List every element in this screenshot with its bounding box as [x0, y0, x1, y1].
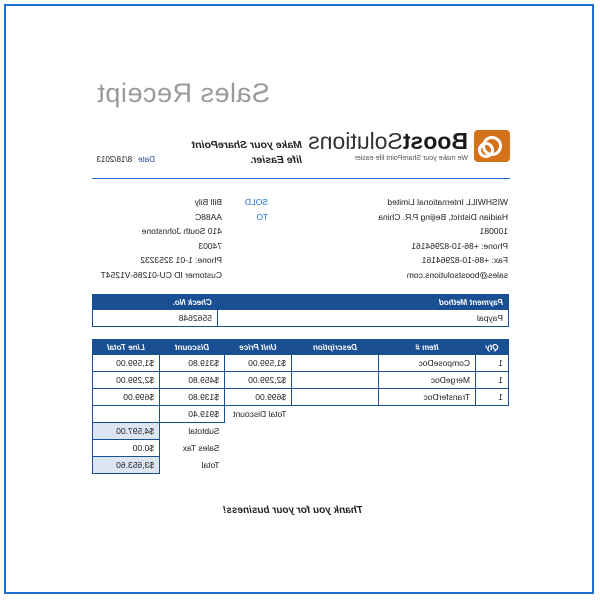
- total-row: Total $3,653.60: [92, 456, 509, 474]
- company-line: Fax: +86-10-82964161: [421, 255, 508, 265]
- receipt-sheet: Sales Receipt BoostSolutions We make you…: [0, 0, 600, 600]
- total-discount-label: Total Discount: [233, 409, 287, 420]
- slogan-line: life Easier.: [250, 154, 302, 166]
- company-address: WISHWILL International Limited Haidian D…: [378, 195, 508, 282]
- description-cell: [291, 354, 379, 372]
- total-value: $3,653.60: [92, 456, 160, 474]
- unit-price-header: Unit Price: [224, 339, 292, 355]
- description-header: Description: [291, 339, 379, 355]
- payment-table: Payment Method Check No. Paypal 5562648: [92, 294, 509, 327]
- item-cell: TransferDoc: [378, 388, 476, 406]
- customer-line: Phone: 1-01 3253232: [140, 255, 222, 265]
- subtotal-label: Subtotal: [188, 426, 220, 437]
- qty-cell: 1: [475, 388, 509, 406]
- discount-cell: $319.80: [159, 354, 225, 372]
- customer-address: Bill Bily AA88C 410 South Johnstone 7400…: [101, 195, 222, 282]
- qty-cell: 1: [475, 354, 509, 372]
- customer-line: Bill Bily: [194, 197, 222, 207]
- date-label: Date: [138, 155, 155, 164]
- unit-price-cell: $2,299.00: [224, 371, 292, 389]
- company-line: Haidian District, Beijing P.R. China: [378, 211, 508, 222]
- logo-tagline: We make your SharePoint life easier: [354, 155, 468, 162]
- to-label: TO: [256, 211, 268, 222]
- sales-tax-value: $0.00: [92, 439, 160, 457]
- receipt-date: Date 8/18/2013: [97, 155, 156, 164]
- sold-to-label: SOLD TO: [245, 195, 268, 224]
- payment-header-row: Payment Method Check No.: [92, 294, 509, 310]
- payment-method-cell: Paypal: [217, 309, 509, 327]
- customer-line: 410 South Johnstone: [141, 226, 222, 236]
- items-table: Qty Item # Description Unit Price Discou…: [92, 339, 509, 474]
- description-cell: [291, 388, 379, 406]
- logo-brand-bold: Boost: [402, 128, 468, 154]
- slogan-line: Make your SharePoint: [191, 139, 302, 151]
- customer-line: Customer ID CU-01286-V1254T: [100, 269, 222, 280]
- check-no-header: Check No.: [92, 294, 218, 310]
- company-line: WISHWILL International Limited: [387, 197, 508, 207]
- company-line[interactable]: sales@boostsolutions.com: [378, 268, 508, 283]
- company-logo: BoostSolutions We make your SharePoint l…: [308, 128, 510, 168]
- subtotal-value: $4,597.00: [92, 422, 160, 440]
- company-line: 100081: [479, 226, 508, 236]
- header-divider: [92, 178, 510, 179]
- item-cell: MergeDoc: [378, 371, 476, 389]
- item-cell: ComposeDoc: [378, 354, 476, 372]
- unit-price-cell: $699.00: [224, 388, 292, 406]
- table-row: 1 ComposeDoc $1,599.00 $319.80 $1,599.00: [92, 354, 509, 372]
- item-header: Item #: [378, 339, 476, 355]
- boost-logo-icon: [474, 130, 510, 162]
- discount-cell: $459.80: [159, 371, 225, 389]
- logo-wordmark: BoostSolutions: [308, 128, 468, 155]
- company-line: Phone: +86-10-82964161: [411, 240, 508, 251]
- qty-header: Qty: [475, 339, 509, 355]
- sales-tax-label: Sales Tax: [182, 443, 220, 453]
- date-value: 8/18/2013: [96, 155, 133, 164]
- discount-cell: $139.80: [159, 388, 225, 406]
- line-total-cell: $1,599.00: [92, 354, 160, 372]
- page-title: Sales Receipt: [96, 78, 270, 108]
- slogan: Make your SharePoint life Easier.: [182, 138, 302, 168]
- customer-line: 74003: [198, 240, 222, 251]
- qty-cell: 1: [475, 371, 509, 389]
- table-row: 1 TransferDoc $699.00 $139.80 $699.00: [92, 388, 509, 406]
- discount-header: Discount: [159, 339, 225, 355]
- line-total-cell: $699.00: [92, 388, 160, 406]
- subtotal-row: Subtotal $4,597.00: [92, 422, 509, 440]
- items-header-row: Qty Item # Description Unit Price Discou…: [92, 339, 509, 355]
- total-label: Total: [201, 460, 220, 470]
- table-row: 1 MergeDoc $2,299.00 $459.80 $2,299.00: [92, 371, 509, 389]
- total-discount-value: $919.40: [159, 405, 225, 423]
- payment-method-header: Payment Method: [217, 294, 509, 310]
- line-total-header: Line Total: [92, 339, 160, 355]
- sales-tax-row: Sales Tax $0.00: [92, 439, 509, 457]
- customer-line: AA88C: [195, 211, 222, 222]
- unit-price-cell: $1,599.00: [224, 354, 292, 372]
- logo-brand-rest: Solutions: [308, 128, 403, 154]
- thank-you-note: Thank you for your business!: [222, 505, 363, 516]
- check-no-cell: 5562648: [92, 309, 218, 327]
- line-total-cell: $2,299.00: [92, 371, 160, 389]
- description-cell: [291, 371, 379, 389]
- payment-row: Paypal 5562648: [92, 309, 509, 327]
- sold-label: SOLD: [244, 197, 268, 207]
- total-discount-row: Total Discount $919.40: [92, 405, 509, 423]
